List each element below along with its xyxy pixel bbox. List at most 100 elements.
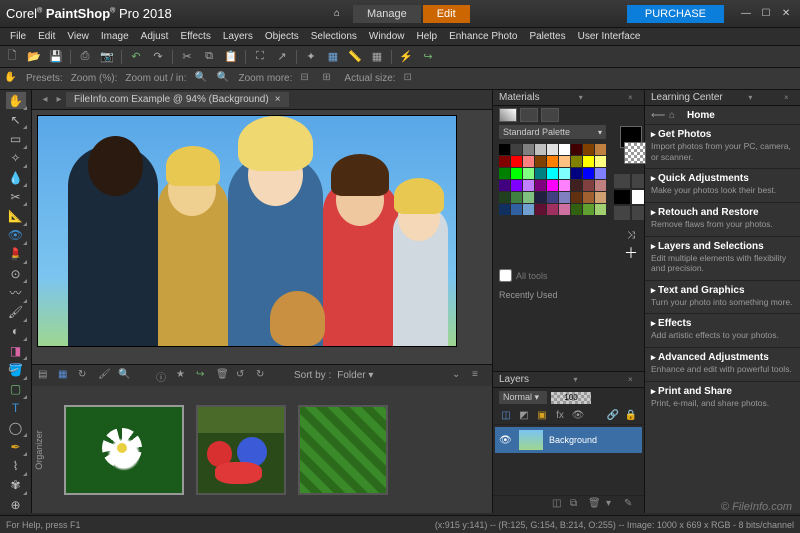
- org-info-icon[interactable]: ⓘ: [156, 369, 170, 383]
- swatch[interactable]: [571, 144, 582, 155]
- new-icon[interactable]: 🗋: [4, 49, 20, 65]
- swatch[interactable]: [499, 204, 510, 215]
- lc-section-quick-adjustments[interactable]: Quick Adjustments: [651, 173, 794, 184]
- link-icon[interactable]: 🔗: [606, 409, 620, 423]
- lc-section-get-photos[interactable]: Get Photos: [651, 129, 794, 140]
- pointer-tool[interactable]: ↖: [6, 111, 26, 128]
- menu-layers[interactable]: Layers: [217, 30, 259, 43]
- thumbnail-2[interactable]: [196, 405, 286, 495]
- warp-tool[interactable]: ⌇: [6, 457, 26, 474]
- undo-icon[interactable]: ↶: [128, 49, 144, 65]
- swatch[interactable]: [595, 204, 606, 215]
- menu-help[interactable]: Help: [410, 30, 443, 43]
- org-view2-icon[interactable]: ▦: [58, 369, 72, 383]
- swatch[interactable]: [535, 156, 546, 167]
- org-share-icon[interactable]: ↪: [196, 369, 210, 383]
- eye-icon[interactable]: 👁: [571, 409, 585, 423]
- layer-edit-icon[interactable]: ✎: [624, 498, 638, 512]
- org-menu-icon[interactable]: ≡: [472, 369, 486, 383]
- thumbnail-3[interactable]: [298, 405, 388, 495]
- straighten-tool[interactable]: 📐: [6, 207, 26, 224]
- fill-tool[interactable]: 🪣: [6, 361, 26, 378]
- layer-new-icon[interactable]: ◫: [552, 498, 566, 512]
- swatch[interactable]: [559, 156, 570, 167]
- lc-section-print-and-share[interactable]: Print and Share: [651, 386, 794, 397]
- swatch[interactable]: [595, 168, 606, 179]
- tab-next-icon[interactable]: ▸: [52, 94, 66, 105]
- palette-icon[interactable]: ▦: [325, 49, 341, 65]
- swatch[interactable]: [511, 156, 522, 167]
- swatch[interactable]: [559, 180, 570, 191]
- swatch[interactable]: [499, 156, 510, 167]
- canvas-area[interactable]: [32, 110, 492, 364]
- shape-tool[interactable]: ◯: [6, 419, 26, 436]
- open-icon[interactable]: 📂: [26, 49, 42, 65]
- swatch[interactable]: [547, 204, 558, 215]
- swatch[interactable]: [511, 168, 522, 179]
- menu-user-interface[interactable]: User Interface: [572, 30, 647, 43]
- org-brush-icon[interactable]: 🖌: [98, 369, 112, 383]
- paste-icon[interactable]: 📋: [223, 49, 239, 65]
- thumbnail-1[interactable]: [64, 405, 184, 495]
- redo-icon[interactable]: ↷: [150, 49, 166, 65]
- cut-icon[interactable]: ✂: [179, 49, 195, 65]
- dropper-tool[interactable]: 💧: [6, 169, 26, 186]
- frame-tool[interactable]: ▢: [6, 381, 26, 398]
- org-rot3-icon[interactable]: ↻: [256, 369, 270, 383]
- plus-tool[interactable]: ⊕: [6, 496, 26, 513]
- add-swatch-icon[interactable]: ＋: [624, 243, 638, 263]
- swatch[interactable]: [499, 168, 510, 179]
- org-del-icon[interactable]: 🗑: [216, 369, 230, 383]
- menu-effects[interactable]: Effects: [174, 30, 216, 43]
- swatch[interactable]: [595, 144, 606, 155]
- launch-icon[interactable]: ↗: [274, 49, 290, 65]
- swatch[interactable]: [499, 144, 510, 155]
- all-tools-checkbox[interactable]: [499, 269, 512, 282]
- swatch[interactable]: [511, 144, 522, 155]
- zoom-out-icon[interactable]: 🔍: [195, 72, 209, 86]
- twain-icon[interactable]: 📷: [99, 49, 115, 65]
- lc-section-layers-and-selections[interactable]: Layers and Selections: [651, 241, 794, 252]
- swatch[interactable]: [547, 156, 558, 167]
- swatch[interactable]: [547, 144, 558, 155]
- tex-1[interactable]: [614, 174, 630, 188]
- swatch[interactable]: [523, 192, 534, 203]
- blend-mode-dropdown[interactable]: Normal ▾: [499, 391, 547, 404]
- org-rotate-icon[interactable]: ↻: [78, 369, 92, 383]
- swatch[interactable]: [595, 180, 606, 191]
- lc-section-text-and-graphics[interactable]: Text and Graphics: [651, 285, 794, 296]
- swatch[interactable]: [511, 192, 522, 203]
- swatch[interactable]: [535, 144, 546, 155]
- swatch[interactable]: [595, 192, 606, 203]
- home-icon[interactable]: ⌂: [328, 5, 346, 23]
- swatch[interactable]: [523, 180, 534, 191]
- swatch[interactable]: [571, 156, 582, 167]
- opacity-slider[interactable]: 100: [551, 392, 591, 404]
- eraser-tool[interactable]: ◨: [6, 342, 26, 359]
- swatch[interactable]: [499, 180, 510, 191]
- enhance-icon[interactable]: ✦: [303, 49, 319, 65]
- document-tab[interactable]: FileInfo.com Example @ 94% (Background) …: [66, 92, 289, 107]
- tab-prev-icon[interactable]: ◂: [38, 94, 52, 105]
- org-star-icon[interactable]: ★: [176, 369, 190, 383]
- lc-section-effects[interactable]: Effects: [651, 318, 794, 329]
- brush-tool[interactable]: 🖌: [6, 304, 26, 321]
- layer-row[interactable]: 👁 Background: [495, 427, 642, 453]
- ruler-icon[interactable]: 📏: [347, 49, 363, 65]
- swap-icon[interactable]: ⤨: [627, 230, 635, 241]
- swatch[interactable]: [511, 204, 522, 215]
- swatch[interactable]: [583, 204, 594, 215]
- tex-3[interactable]: [614, 190, 630, 204]
- materials-close-icon[interactable]: ×: [628, 93, 638, 102]
- instant-icon[interactable]: ⚡: [398, 49, 414, 65]
- close-button[interactable]: ✕: [778, 6, 794, 22]
- zoom-more-out-icon[interactable]: ⊟: [300, 72, 314, 86]
- swatch[interactable]: [499, 192, 510, 203]
- menu-enhance-photo[interactable]: Enhance Photo: [443, 30, 523, 43]
- menu-selections[interactable]: Selections: [305, 30, 363, 43]
- marquee-tool[interactable]: ▭: [6, 130, 26, 147]
- materials-tab-tex[interactable]: [541, 108, 559, 122]
- background-swatch[interactable]: [624, 142, 646, 164]
- share-icon[interactable]: ↪: [420, 49, 436, 65]
- org-expand-icon[interactable]: ⌄: [452, 369, 466, 383]
